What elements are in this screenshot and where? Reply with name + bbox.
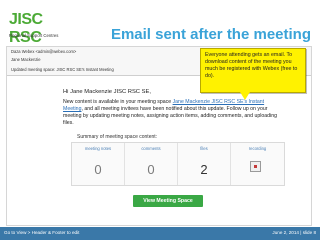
slide-footer: Go to View > Header & Footer to edit Jun… xyxy=(0,227,320,240)
summary-label: recording xyxy=(248,146,267,151)
slide-title: Email sent after the meeting xyxy=(110,26,311,43)
summary-label: comments xyxy=(141,146,161,151)
footer-left-text: Go to View > Header & Footer to edit xyxy=(4,230,80,235)
callout-pointer xyxy=(240,92,250,100)
logo-subtitle: Regional Support Centres xyxy=(9,33,59,38)
summary-cell-meeting-notes[interactable]: meeting notes 0 xyxy=(72,143,125,185)
email-to: Jane Mackenzie xyxy=(11,57,41,62)
summary-value: 2 xyxy=(200,162,208,177)
recording-icon[interactable] xyxy=(250,161,261,172)
email-subject: Updated meeting space: JISC RSC SE's Ins… xyxy=(11,67,114,72)
summary-cell-files[interactable]: files 2 xyxy=(178,143,231,185)
recording-dot xyxy=(254,165,257,168)
paragraph-prefix: New content is available in your meeting… xyxy=(63,99,173,105)
view-meeting-space-button[interactable]: View Meeting Space xyxy=(133,195,203,207)
footer-date-slide: June 2, 2014 | slide 8 xyxy=(272,230,316,235)
summary-value: 0 xyxy=(94,162,102,177)
email-from: Daza Webex <admin@webex.com> xyxy=(11,49,77,54)
jisc-rsc-logo: JISC RSC Regional Support Centres xyxy=(6,7,66,47)
email-greeting: Hi Jane Mackenzie JISC RSC SE, xyxy=(63,89,151,95)
logo-wordmark: JISC RSC xyxy=(9,11,66,47)
paragraph-suffix: , and all meeting invitees have been not… xyxy=(63,106,277,126)
summary-label: files xyxy=(200,146,208,151)
callout-note: Everyone attending gets an email. To dow… xyxy=(200,48,306,93)
email-paragraph: New content is available in your meeting… xyxy=(63,99,283,127)
summary-cell-comments[interactable]: comments 0 xyxy=(125,143,178,185)
summary-table: meeting notes 0 comments 0 files 2 recor… xyxy=(71,142,285,186)
summary-title: Summary of meeting space content: xyxy=(77,134,158,140)
summary-cell-recording[interactable]: recording xyxy=(231,143,284,185)
summary-value: 0 xyxy=(147,162,155,177)
summary-label: meeting notes xyxy=(84,146,112,151)
logo-jisc: JISC xyxy=(9,11,43,28)
